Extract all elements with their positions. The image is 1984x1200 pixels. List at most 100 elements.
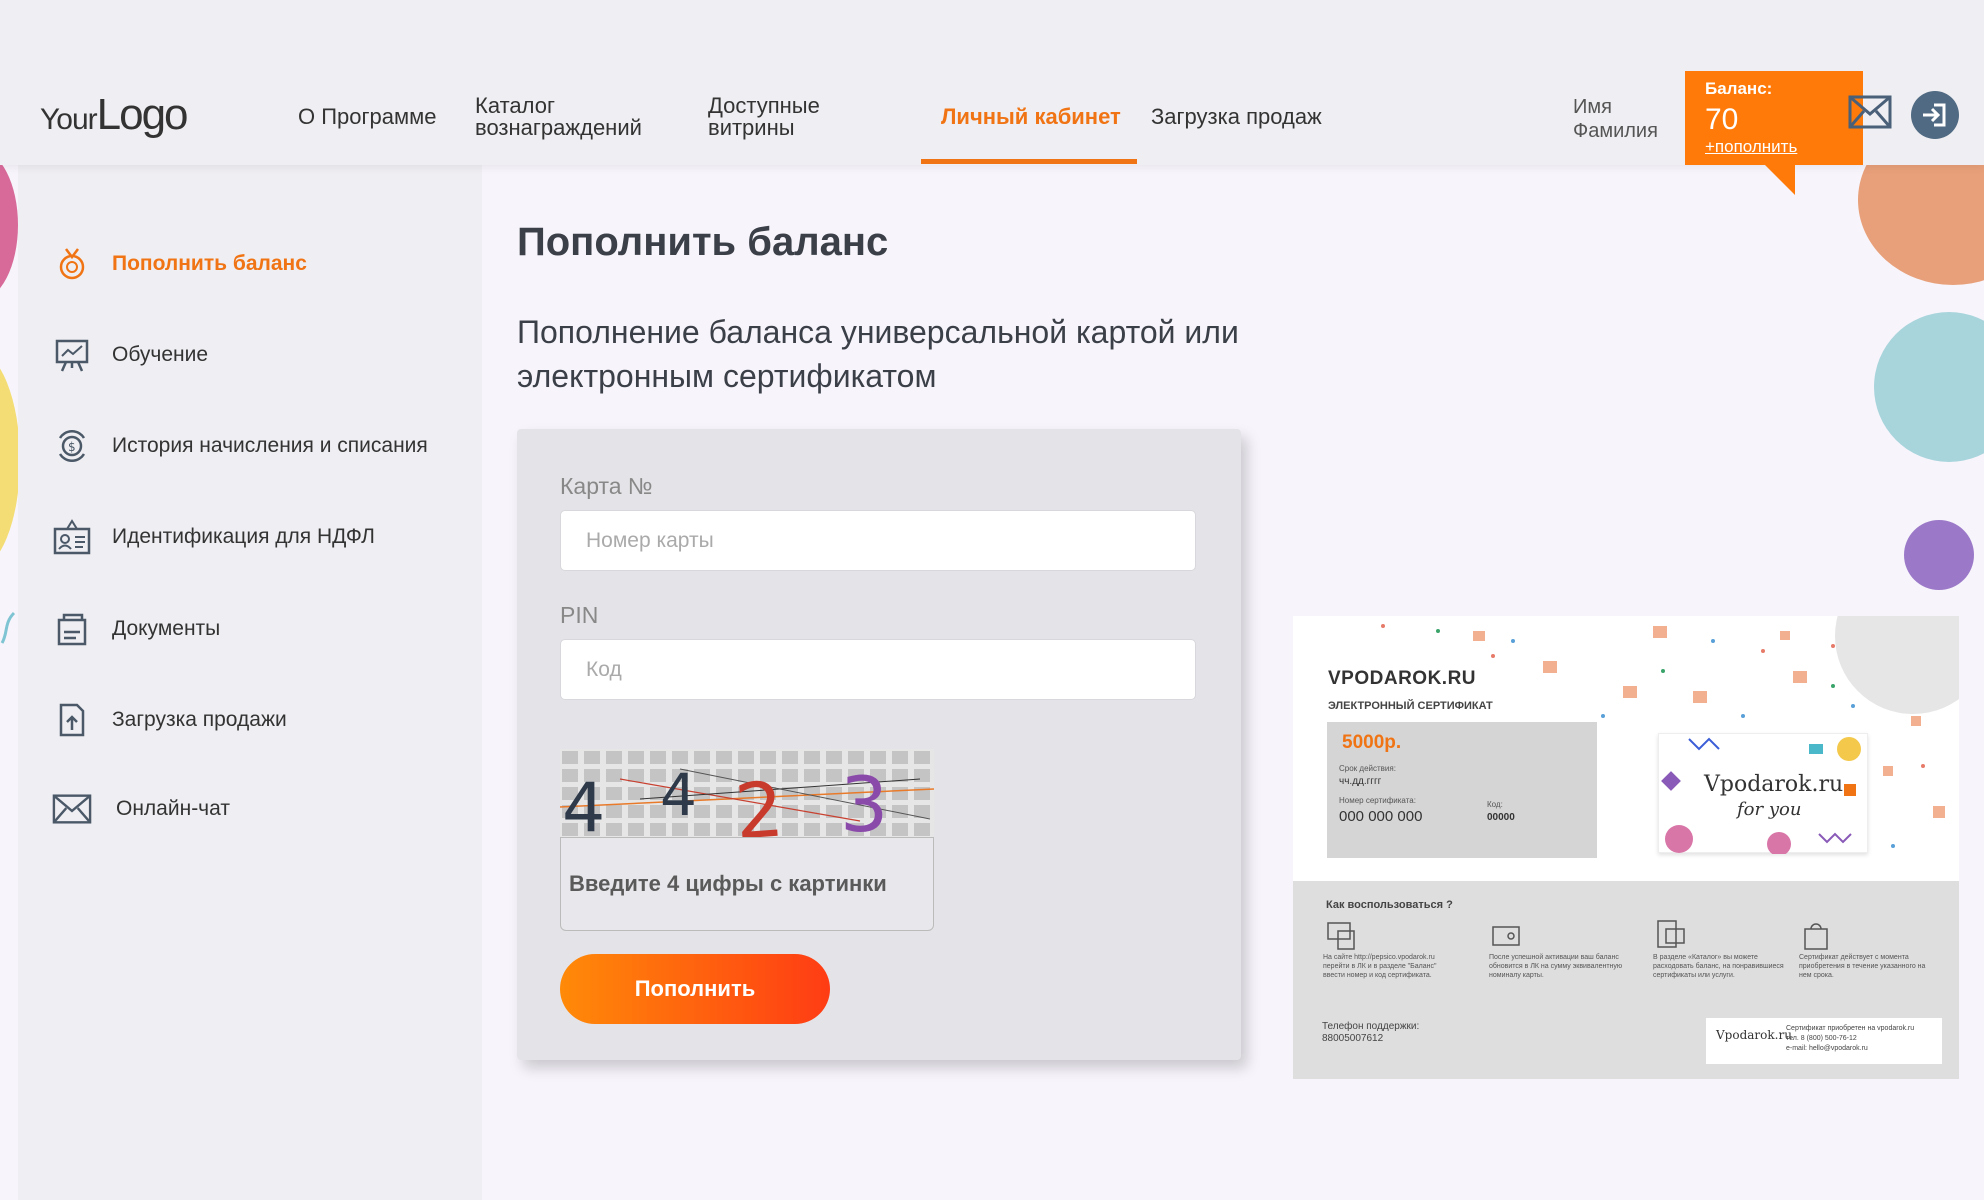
nav-showcases[interactable]: Доступные витрины	[708, 95, 820, 139]
issued-card: Vpodarok.ru Сертификат приобретен на vpo…	[1706, 1018, 1942, 1064]
sidebar-item-ndfl[interactable]: Идентификация для НДФЛ	[52, 517, 375, 557]
issued-line-1: Сертификат приобретен на vpodarok.ru	[1786, 1025, 1915, 1032]
code-value: 00000	[1487, 812, 1515, 823]
support-label: Телефон поддержки:	[1322, 1021, 1420, 1032]
sidebar-item-label: Обучение	[112, 343, 209, 366]
captcha-digit: 4	[660, 761, 697, 829]
sidebar-item-label: Идентификация для НДФЛ	[112, 525, 375, 548]
number-value: 000 000 000	[1339, 808, 1423, 825]
balance-tail	[1765, 165, 1795, 195]
issued-logo: Vpodarok.ru	[1716, 1028, 1792, 1042]
pin-label: PIN	[560, 602, 599, 628]
sidebar-item-label: История начисления и списания	[112, 434, 428, 457]
support-phone-block: Телефон поддержки: 88005007612	[1322, 1021, 1419, 1045]
sidebar-item-sale-upload[interactable]: Загрузка продажи	[52, 700, 287, 740]
how-to-use-title: Как воспользоваться ?	[1326, 899, 1453, 911]
documents-icon	[52, 609, 92, 649]
sidebar-item-label: Документы	[112, 617, 221, 640]
certificate-details: 5000р. Срок действия: чч.дд.гггг Номер с…	[1327, 722, 1597, 858]
nav-active-underline	[921, 159, 1137, 164]
decor-pink-shape	[0, 150, 18, 300]
how-step-4: Сертификат действует с момента приобрете…	[1799, 954, 1926, 979]
logo-logo: Logo	[96, 90, 189, 139]
captcha-digit: 4	[562, 769, 605, 837]
certificate-preview: VPODAROK.RU ЭЛЕКТРОННЫЙ СЕРТИФИКАТ 5000р…	[1293, 616, 1959, 1079]
topup-submit-button[interactable]: Пополнить	[560, 954, 830, 1024]
decor-yellow-shape	[0, 350, 20, 570]
chat-mail-icon	[52, 789, 92, 829]
mail-icon[interactable]	[1848, 95, 1892, 129]
captcha-digit: 2	[732, 764, 786, 837]
validity-label: Срок действия:	[1339, 764, 1396, 773]
nav-catalog-line1: Каталог	[475, 93, 555, 118]
certificate-type: ЭЛЕКТРОННЫЙ СЕРТИФИКАТ	[1328, 700, 1493, 712]
sidebar-item-label: Пополнить баланс	[112, 252, 307, 275]
certificate-brand: VPODAROK.RU	[1328, 668, 1477, 689]
decor-purple-circle	[1904, 520, 1974, 590]
svg-text:$: $	[68, 440, 76, 454]
user-first-name: Имя	[1573, 96, 1612, 118]
how-step-3: В разделе «Каталог» вы можете расходоват…	[1653, 954, 1784, 979]
step-bag-icon	[1804, 923, 1828, 950]
nav-showcases-line1: Доступные	[708, 93, 820, 118]
sidebar-item-chat[interactable]: Онлайн-чат	[52, 789, 230, 829]
certificate-logo-card: Vpodarok.ru for you	[1658, 733, 1868, 854]
page-title: Пополнить баланс	[517, 220, 889, 264]
card-number-input[interactable]	[560, 510, 1196, 571]
issued-line-2: тел. 8 (800) 500-76-12	[1786, 1035, 1857, 1042]
issued-line-3: e-mail: hello@vpodarok.ru	[1786, 1045, 1868, 1052]
nav-showcases-line2: витрины	[708, 115, 795, 140]
medal-icon	[52, 244, 92, 284]
validity-value: чч.дд.гггг	[1339, 776, 1382, 787]
code-label: Код:	[1487, 800, 1503, 809]
nav-personal-account[interactable]: Личный кабинет	[941, 106, 1121, 128]
issued-text: Сертификат приобретен на vpodarok.ru тел…	[1786, 1024, 1914, 1054]
sidebar-item-documents[interactable]: Документы	[52, 609, 220, 649]
captcha-input[interactable]	[560, 837, 934, 931]
balance-widget: Баланс: 70 +пополнить	[1685, 71, 1863, 165]
site-logo[interactable]: YourLogo	[40, 90, 189, 140]
balance-label: Баланс:	[1705, 79, 1773, 98]
pin-input[interactable]	[560, 639, 1196, 700]
sidebar: Пополнить баланс Обучение $ История начи…	[18, 165, 482, 1200]
top-header: YourLogo О Программе Каталог вознагражде…	[0, 0, 1984, 165]
user-last-name: Фамилия	[1573, 120, 1658, 142]
support-phone: 88005007612	[1322, 1033, 1384, 1044]
sidebar-item-topup[interactable]: Пополнить баланс	[52, 244, 307, 284]
user-name[interactable]: Имя Фамилия	[1573, 95, 1658, 143]
step-wallet-icon	[1492, 926, 1520, 946]
number-label: Номер сертификата:	[1339, 796, 1416, 805]
sidebar-item-history[interactable]: $ История начисления и списания	[52, 426, 428, 466]
nav-catalog-line2: вознаграждений	[475, 115, 642, 140]
balance-topup-link[interactable]: +пополнить	[1705, 137, 1843, 157]
sidebar-item-training[interactable]: Обучение	[52, 335, 208, 375]
sidebar-item-label: Онлайн-чат	[116, 797, 230, 820]
topup-form-card: Карта № PIN 4 4 2 3 Пополнить	[517, 429, 1241, 1060]
sidebar-item-label: Загрузка продажи	[112, 708, 287, 731]
certificate-amount: 5000р.	[1342, 732, 1402, 753]
id-card-icon	[52, 517, 92, 557]
nav-about[interactable]: О Программе	[298, 106, 437, 128]
step-card-icon	[1327, 922, 1355, 950]
card-number-label: Карта №	[560, 473, 653, 499]
upload-doc-icon	[52, 700, 92, 740]
captcha-digit: 3	[840, 760, 888, 837]
how-step-1: На сайте http://pepsico.vpodarok.ru пере…	[1323, 954, 1437, 979]
certificate-logo-sub: for you	[1737, 799, 1802, 820]
certificate-front: VPODAROK.RU ЭЛЕКТРОННЫЙ СЕРТИФИКАТ 5000р…	[1293, 616, 1959, 881]
page-subtitle: Пополнение баланса универсальной картой …	[517, 314, 1239, 394]
logout-icon[interactable]	[1910, 90, 1960, 140]
nav-catalog[interactable]: Каталог вознаграждений	[475, 95, 642, 139]
coin-history-icon: $	[52, 426, 92, 466]
decor-wave	[0, 611, 16, 644]
logo-your: Your	[40, 103, 98, 136]
step-catalog-icon	[1657, 920, 1685, 948]
balance-value: 70	[1705, 103, 1739, 136]
captcha-image: 4 4 2 3	[560, 749, 934, 837]
certificate-logo-text: Vpodarok.ru	[1704, 772, 1844, 797]
decor-blue-circle	[1874, 312, 1984, 462]
how-step-2: После успешной активации ваш баланс обно…	[1489, 954, 1623, 979]
presentation-icon	[52, 335, 92, 375]
nav-sales-upload[interactable]: Загрузка продаж	[1151, 106, 1322, 128]
certificate-back: Как воспользоваться ? На сайте http://pe…	[1293, 881, 1959, 1079]
